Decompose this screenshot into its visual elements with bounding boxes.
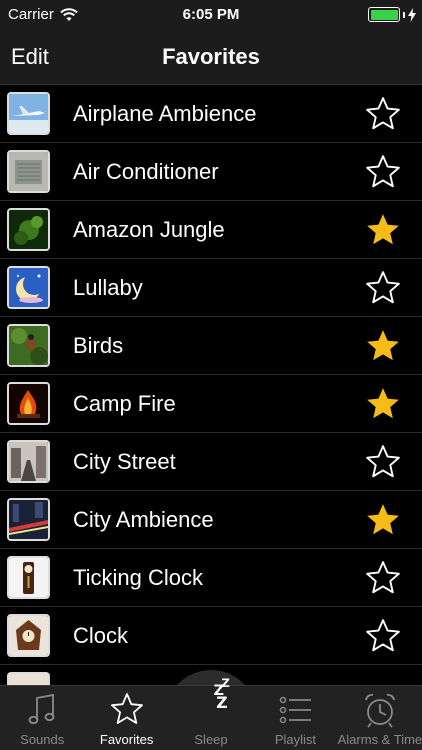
city-ambience-thumbnail — [7, 498, 50, 541]
campfire-thumbnail — [7, 382, 50, 425]
navigation-bar: Edit Favorites — [0, 30, 422, 85]
list-item[interactable]: Airplane Ambience — [0, 85, 422, 143]
status-right — [368, 7, 416, 22]
star-outline-icon[interactable] — [364, 269, 402, 307]
sound-name: Lullaby — [73, 275, 143, 300]
star-outline-icon[interactable] — [364, 559, 402, 597]
tab-playlist[interactable]: Playlist — [253, 686, 337, 750]
tab-sounds[interactable]: Sounds — [0, 686, 84, 750]
battery-icon — [368, 7, 400, 22]
list-item[interactable]: Ticking Clock — [0, 549, 422, 607]
star-outline-icon[interactable] — [364, 443, 402, 481]
sound-name: City Street — [73, 449, 176, 474]
sound-name: Air Conditioner — [73, 159, 219, 184]
star-filled-icon[interactable] — [364, 501, 402, 539]
tab-sleep[interactable]: Z Z Z Sleep — [169, 676, 253, 750]
tab-alarms-timers[interactable]: Alarms & Timers — [338, 686, 422, 750]
list-item[interactable]: Amazon Jungle — [0, 201, 422, 259]
ticking-clock-thumbnail — [7, 556, 50, 599]
list-item[interactable]: City Street — [0, 433, 422, 491]
star-filled-icon[interactable] — [364, 211, 402, 249]
sound-name: Birds — [73, 333, 124, 358]
star-filled-icon[interactable] — [364, 385, 402, 423]
list-item[interactable]: City Ambience — [0, 491, 422, 549]
clock-thumbnail — [7, 614, 50, 657]
list-item[interactable]: Birds — [0, 317, 422, 375]
tab-label: Alarms & Timers — [337, 732, 422, 747]
svg-text:Z: Z — [221, 676, 229, 690]
moon-zzz-icon: Z Z Z — [192, 676, 230, 724]
star-filled-icon[interactable] — [364, 327, 402, 365]
music-note-icon — [28, 693, 55, 725]
favorites-list[interactable]: Airplane Ambience Air Conditioner Amazon… — [0, 85, 422, 685]
list-item[interactable]: Lullaby — [0, 259, 422, 317]
sound-name: Clock — [73, 623, 129, 648]
star-outline-icon[interactable] — [364, 617, 402, 655]
battery-nub — [403, 11, 405, 18]
airplane-thumbnail — [7, 92, 50, 135]
list-item[interactable]: Air Conditioner — [0, 143, 422, 201]
star-outline-icon[interactable] — [364, 95, 402, 133]
status-bar: Carrier 6:05 PM — [0, 0, 422, 30]
lullaby-thumbnail — [7, 266, 50, 309]
jungle-thumbnail — [7, 208, 50, 251]
sound-name: City Ambience — [73, 507, 214, 532]
battery-fill — [370, 9, 398, 20]
partial-thumbnail — [7, 672, 50, 685]
tab-label: Sleep — [194, 732, 228, 747]
sound-name: Amazon Jungle — [73, 217, 225, 242]
tab-label: Playlist — [274, 732, 317, 747]
sound-name: Airplane Ambience — [73, 101, 257, 126]
list-item[interactable]: Camp Fire — [0, 375, 422, 433]
tab-label: Favorites — [99, 732, 154, 747]
page-title: Favorites — [162, 44, 260, 69]
city-street-thumbnail — [7, 440, 50, 483]
charging-bolt-icon — [408, 7, 416, 22]
sound-name: Ticking Clock — [73, 565, 203, 590]
birds-thumbnail — [7, 324, 50, 367]
edit-button[interactable]: Edit — [11, 44, 49, 70]
air-conditioner-thumbnail — [7, 150, 50, 193]
tab-label: Sounds — [20, 732, 65, 747]
star-icon — [110, 693, 143, 724]
star-outline-icon[interactable] — [364, 153, 402, 191]
tab-favorites[interactable]: Favorites — [84, 686, 168, 750]
list-icon — [280, 696, 312, 724]
list-item[interactable]: Clock — [0, 607, 422, 665]
status-time: 6:05 PM — [182, 6, 240, 23]
tab-bar: Sounds Favorites Z Z Z Sleep Playlist Al… — [0, 676, 422, 750]
svg-text:Z: Z — [216, 694, 227, 712]
sound-name: Camp Fire — [73, 391, 176, 416]
alarm-clock-icon — [364, 694, 395, 728]
